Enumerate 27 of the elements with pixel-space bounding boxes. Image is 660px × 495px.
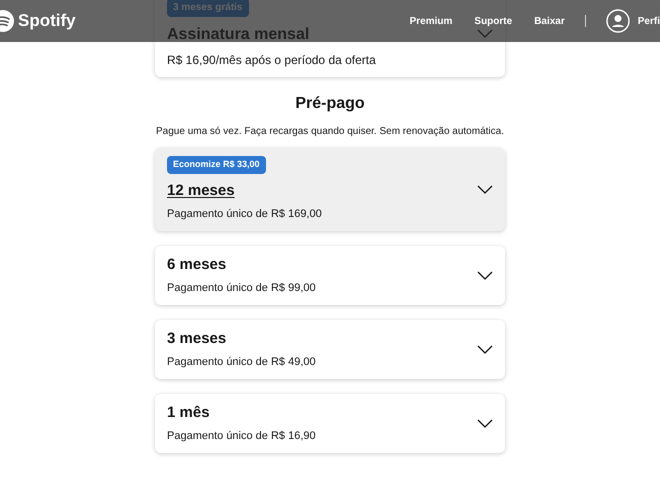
nav-link[interactable]: Premium — [410, 14, 452, 28]
section-subtitle: Pague uma só vez. Faça recargas quando quiser. Sem renovação automática. — [156, 125, 504, 139]
chevron-down-icon — [477, 344, 493, 354]
plan-card[interactable]: Economize R$ 33,00 12 meses Pagamento único de R$ 169,00 — [155, 148, 505, 230]
section-title: Pré-pago — [295, 94, 365, 114]
profile-link[interactable]: Perfi — [638, 14, 660, 28]
plan-price: Pagamento único de R$ 16,90 — [167, 429, 316, 444]
plan-title: 6 meses — [167, 254, 226, 274]
chevron-down-icon — [477, 418, 493, 428]
plan-card[interactable]: 1 mês Pagamento único de R$ 16,90 — [155, 394, 505, 452]
nav-link[interactable]: Suporte — [474, 14, 512, 28]
plan-title: 3 meses — [167, 328, 226, 348]
plan-card[interactable]: 3 meses Pagamento único de R$ 49,00 — [155, 320, 505, 378]
logo-wordmark[interactable]: Spotify — [18, 8, 76, 34]
plan-title: 1 mês — [167, 402, 210, 422]
nav-link[interactable]: Baixar — [534, 14, 565, 28]
plan-title: Assinatura mensal — [167, 25, 310, 45]
plan-price: R$ 16,90/mês após o período da oferta — [167, 52, 376, 69]
plan-price: Pagamento único de R$ 169,00 — [167, 207, 322, 222]
chevron-down-icon — [477, 270, 493, 280]
plan-card[interactable]: 6 meses Pagamento único de R$ 99,00 — [155, 246, 505, 304]
plan-price: Pagamento único de R$ 99,00 — [167, 281, 316, 296]
chevron-down-icon — [477, 184, 493, 194]
profile-avatar-icon[interactable] — [606, 9, 630, 33]
savings-badge: Economize R$ 33,00 — [167, 156, 266, 174]
plan-title: 12 meses — [167, 180, 235, 200]
plan-price: Pagamento único de R$ 49,00 — [167, 355, 316, 370]
